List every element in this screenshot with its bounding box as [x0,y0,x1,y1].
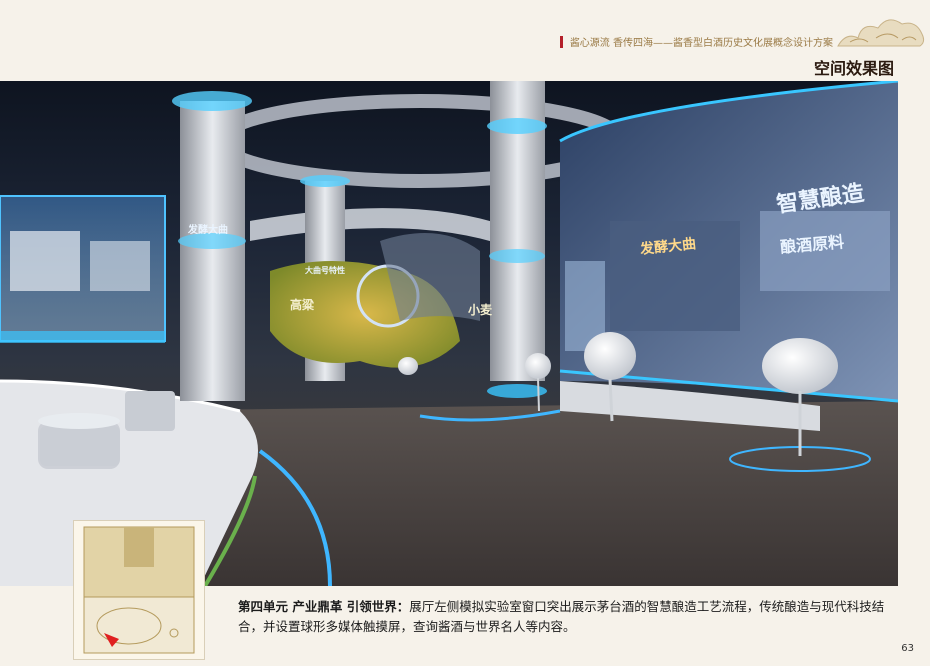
page-number: 63 [901,643,914,654]
sign-pillar-left: 发酵大曲 [188,225,228,236]
sign-sorghum: 高粱 [290,298,315,312]
exhibition-rendering: 智慧酿造 酿酒原料 发酵大曲 发酵大曲 大曲号特性 高粱 小麦 [0,81,898,586]
sign-pillar-mid: 大曲号特性 [305,266,345,275]
rendering-scene [0,81,898,586]
subtitle-wrap: 酱心源流 香传四海——酱香型白酒历史文化展概念设计方案 [559,34,833,49]
unit-description: 第四单元 产业鼎革 引领世界：展厅左侧模拟实验室窗口突出展示茅台酒的智慧酿造工艺… [238,597,908,637]
sign-wheat: 小麦 [468,303,493,317]
cloud-ornament-icon [837,19,925,47]
accent-bar [559,35,563,48]
page-subtitle: 酱心源流 香传四海——酱香型白酒历史文化展概念设计方案 [569,38,833,49]
caption-heading: 第四单元 产业鼎革 引领世界： [238,599,410,614]
floor-plan-drawing [83,526,195,654]
section-title: 空间效果图 [813,59,894,78]
floor-plan-thumbnail [73,520,205,660]
page-header: 酱心源流 香传四海——酱香型白酒历史文化展概念设计方案 空间效果图 [0,0,930,80]
